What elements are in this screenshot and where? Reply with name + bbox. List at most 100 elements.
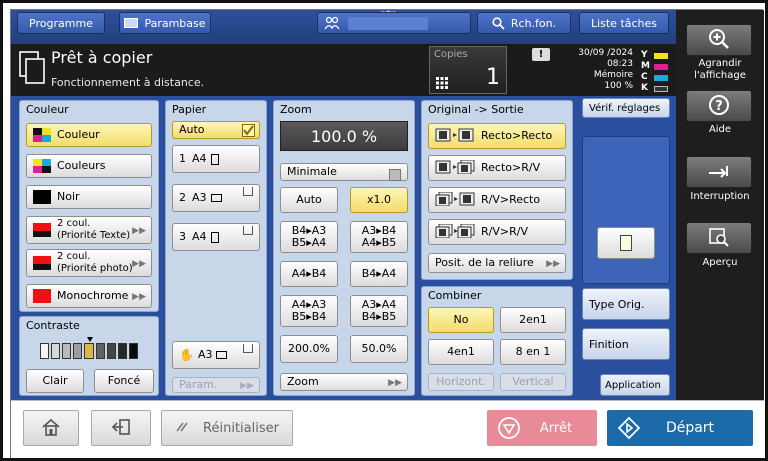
combine-no-button[interactable]: No (428, 307, 494, 333)
combine-2in1-label: 2en1 (519, 313, 547, 326)
simplex-duplex-button[interactable]: Recto>R/V (428, 155, 566, 181)
type-orig-button[interactable]: Type Orig. (582, 288, 670, 320)
start-label: Départ (665, 420, 715, 436)
zoom-minimal-button[interactable]: Minimale (280, 163, 408, 181)
warning-icon[interactable]: ! (532, 48, 550, 61)
contrast-step[interactable] (62, 343, 72, 359)
contrast-step[interactable] (95, 343, 105, 359)
combine-panel: Combiner No 2en1 4en1 8 en 1 Horizont. V… (421, 286, 573, 396)
stop-button[interactable]: Arrêt (487, 410, 597, 446)
color-colors-button[interactable]: Couleurs (26, 154, 152, 178)
zoom-value-display[interactable]: 100.0 % (280, 121, 408, 151)
contrast-dark-button[interactable]: Foncé (94, 369, 154, 393)
tray-3-button[interactable]: 3 A4 (172, 223, 260, 251)
two-color-swatch-icon (33, 256, 51, 270)
zoom-a3b4-button[interactable]: A3▸B4 A4▸B5 (350, 221, 408, 253)
zoom-a4b4-button[interactable]: A4▸B4 (280, 261, 338, 287)
contrast-step[interactable] (73, 343, 83, 359)
help-button[interactable]: ? (686, 90, 752, 122)
color-black-button[interactable]: Noir (26, 185, 152, 209)
home-button[interactable] (23, 410, 79, 446)
duplex-duplex-label: R/V>R/V (481, 225, 528, 238)
parambase-icon (124, 18, 139, 28)
black-swatch-icon (33, 190, 51, 204)
checkbox-icon (389, 169, 401, 181)
combine-4in1-button[interactable]: 4en1 (428, 339, 494, 365)
zoom-auto-button[interactable]: Auto (280, 187, 338, 213)
ink-m-label: M (641, 61, 650, 71)
zoom-a3a4-button[interactable]: A3▸A4 B4▸B5 (350, 295, 408, 327)
contrast-step[interactable] (128, 343, 138, 359)
contrast-clear-button[interactable]: Clair (26, 369, 84, 393)
tray-3-size: A4 (192, 230, 207, 243)
combine-horizontal-button[interactable]: Horizont. (428, 373, 494, 391)
paper-panel-title: Papier (172, 103, 207, 116)
color-2col-photo-button[interactable]: 2 coul. (Priorité photo) ▶▶ (26, 249, 152, 277)
preview-button[interactable] (686, 222, 752, 254)
contrast-scale[interactable] (40, 337, 140, 361)
check-settings-button[interactable]: Vérif. réglages (582, 98, 670, 118)
copies-display[interactable]: Copies 1 (429, 46, 507, 94)
zoom-display-button[interactable] (686, 24, 752, 56)
user-button[interactable] (317, 12, 471, 34)
color-colors-label: Couleurs (57, 159, 106, 172)
contrast-step[interactable] (51, 343, 61, 359)
zoom-50-button[interactable]: 50.0% (350, 335, 408, 363)
date-text: 30/09 /2024 (578, 48, 633, 58)
contrast-step[interactable] (40, 343, 50, 359)
color-2col-text-button[interactable]: 2 coul. (Priorité Texte) ▶▶ (26, 216, 152, 244)
search-button[interactable]: Rch.fon. (477, 12, 571, 34)
tray-1-size: A4 (192, 152, 207, 165)
programme-button[interactable]: Programme (17, 12, 105, 34)
contrast-step-selected[interactable] (84, 343, 94, 359)
help-label: Aide (708, 124, 732, 135)
start-button[interactable]: Départ (607, 410, 753, 446)
zoom-x10-button[interactable]: x1.0 (350, 187, 408, 213)
memory-value: 100 % (604, 81, 633, 91)
zoom-a4a3-button[interactable]: A4▸A3 B5▸B4 (280, 295, 338, 327)
zoom-200-button[interactable]: 200.0% (280, 335, 338, 363)
ink-c-bar (654, 75, 668, 81)
bypass-tray-button[interactable]: ✋ A3 (172, 341, 260, 369)
color-full-button[interactable]: Couleur (26, 123, 152, 147)
search-icon (492, 16, 505, 30)
binding-position-button[interactable]: Posit. de la reliure ▶▶ (428, 253, 566, 273)
interrupt-button[interactable] (686, 156, 752, 188)
finition-label: Finition (589, 337, 629, 351)
simplex-simplex-label: Recto>Recto (481, 129, 553, 142)
duplex-simplex-label: R/V>Recto (481, 193, 541, 206)
combine-vertical-label: Vertical (512, 375, 554, 388)
reset-button[interactable]: Réinitialiser (161, 410, 293, 446)
application-button[interactable]: Application (600, 374, 670, 396)
zoom-200-label: 200.0% (288, 342, 330, 355)
start-icon (617, 416, 641, 444)
paper-param-button[interactable]: Param. ▶▶ (172, 377, 260, 393)
contrast-panel-title: Contraste (26, 319, 80, 332)
contrast-step[interactable] (106, 343, 116, 359)
zoom-b4a4-button[interactable]: B4▸A4 (350, 261, 408, 287)
paper-auto-button[interactable]: Auto (172, 121, 260, 139)
duplex-simplex-button[interactable]: R/V>Recto (428, 187, 566, 213)
logout-button[interactable] (91, 410, 151, 446)
interrupt-icon (707, 163, 731, 182)
combine-2in1-button[interactable]: 2en1 (500, 307, 566, 333)
contrast-marker-icon (87, 337, 93, 342)
combine-8in1-button[interactable]: 8 en 1 (500, 339, 566, 365)
output-page-button[interactable] (597, 227, 655, 259)
ink-k-label: K (641, 83, 648, 93)
job-list-button[interactable]: Liste tâches (579, 12, 669, 34)
combine-vertical-button[interactable]: Vertical (500, 373, 566, 391)
color-mono-button[interactable]: Monochrome ▶▶ (26, 284, 152, 308)
user-icon (324, 16, 340, 30)
programme-label: Programme (29, 16, 93, 30)
duplex-duplex-button[interactable]: R/V>R/V (428, 219, 566, 245)
finition-button[interactable]: Finition (582, 328, 670, 360)
tray-2-button[interactable]: 2 A3 (172, 184, 260, 212)
zoom-more-button[interactable]: Zoom ▶▶ (280, 373, 408, 391)
zoom-b4a3-button[interactable]: B4▸A3 B5▸A4 (280, 221, 338, 253)
tray-1-button[interactable]: 1 A4 (172, 145, 260, 173)
contrast-step[interactable] (117, 343, 127, 359)
ink-c-label: C (641, 72, 648, 82)
parambase-button[interactable]: Parambase (119, 12, 211, 34)
simplex-simplex-button[interactable]: Recto>Recto (428, 123, 566, 149)
